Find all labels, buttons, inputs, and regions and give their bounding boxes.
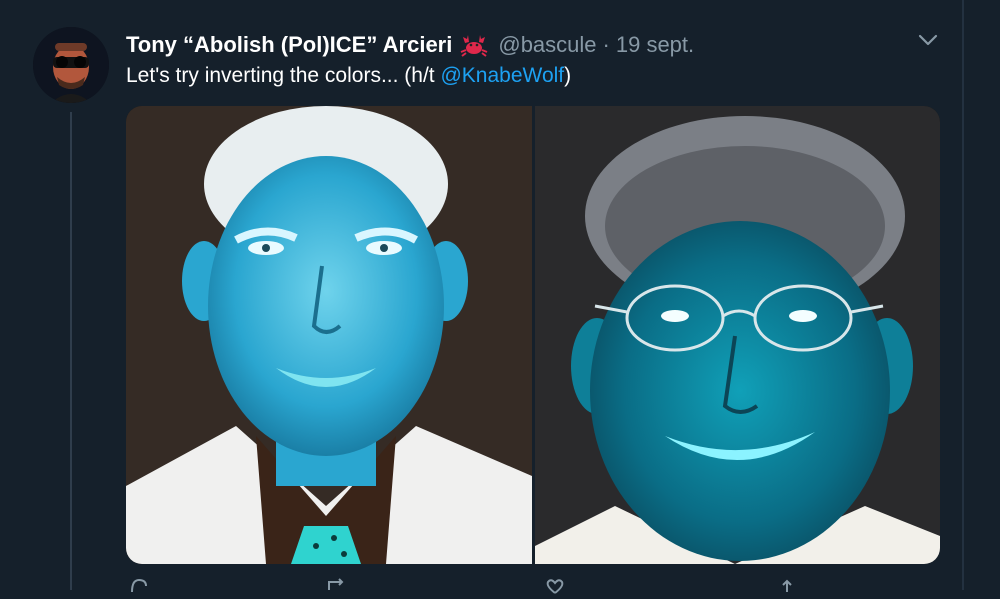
mention-link[interactable]: @KnabeWolf: [440, 64, 564, 87]
inverted-photo-left[interactable]: [126, 106, 532, 564]
separator-dot: ·: [602, 32, 610, 57]
tweet-text: Let's try inverting the colors... (h/t @…: [126, 64, 571, 88]
thread-line: [70, 112, 72, 590]
tweet-actions: [126, 578, 940, 594]
tweet-header: Tony “Abolish (Pol)ICE” Arcieri @bascule…: [126, 28, 694, 62]
tweet[interactable]: Tony “Abolish (Pol)ICE” Arcieri @bascule…: [0, 0, 1000, 594]
tweet-text-end: ): [564, 64, 572, 87]
chevron-down-icon[interactable]: [916, 30, 940, 50]
crab-emoji-icon: [460, 33, 488, 57]
display-name[interactable]: Tony “Abolish (Pol)ICE” Arcieri: [126, 32, 452, 58]
timeline-border: [962, 0, 964, 590]
tweet-text-body: Let's try inverting the colors... (h/t: [126, 64, 441, 87]
avatar[interactable]: [33, 27, 109, 103]
tweet-media[interactable]: [126, 106, 940, 564]
share-icon[interactable]: [776, 578, 798, 594]
inverted-photo-right[interactable]: [535, 106, 940, 564]
timestamp[interactable]: 19 sept.: [616, 32, 694, 58]
user-handle[interactable]: @bascule: [498, 32, 596, 58]
reply-icon[interactable]: [128, 578, 150, 594]
heart-icon[interactable]: [544, 578, 566, 594]
retweet-icon[interactable]: [326, 578, 348, 594]
